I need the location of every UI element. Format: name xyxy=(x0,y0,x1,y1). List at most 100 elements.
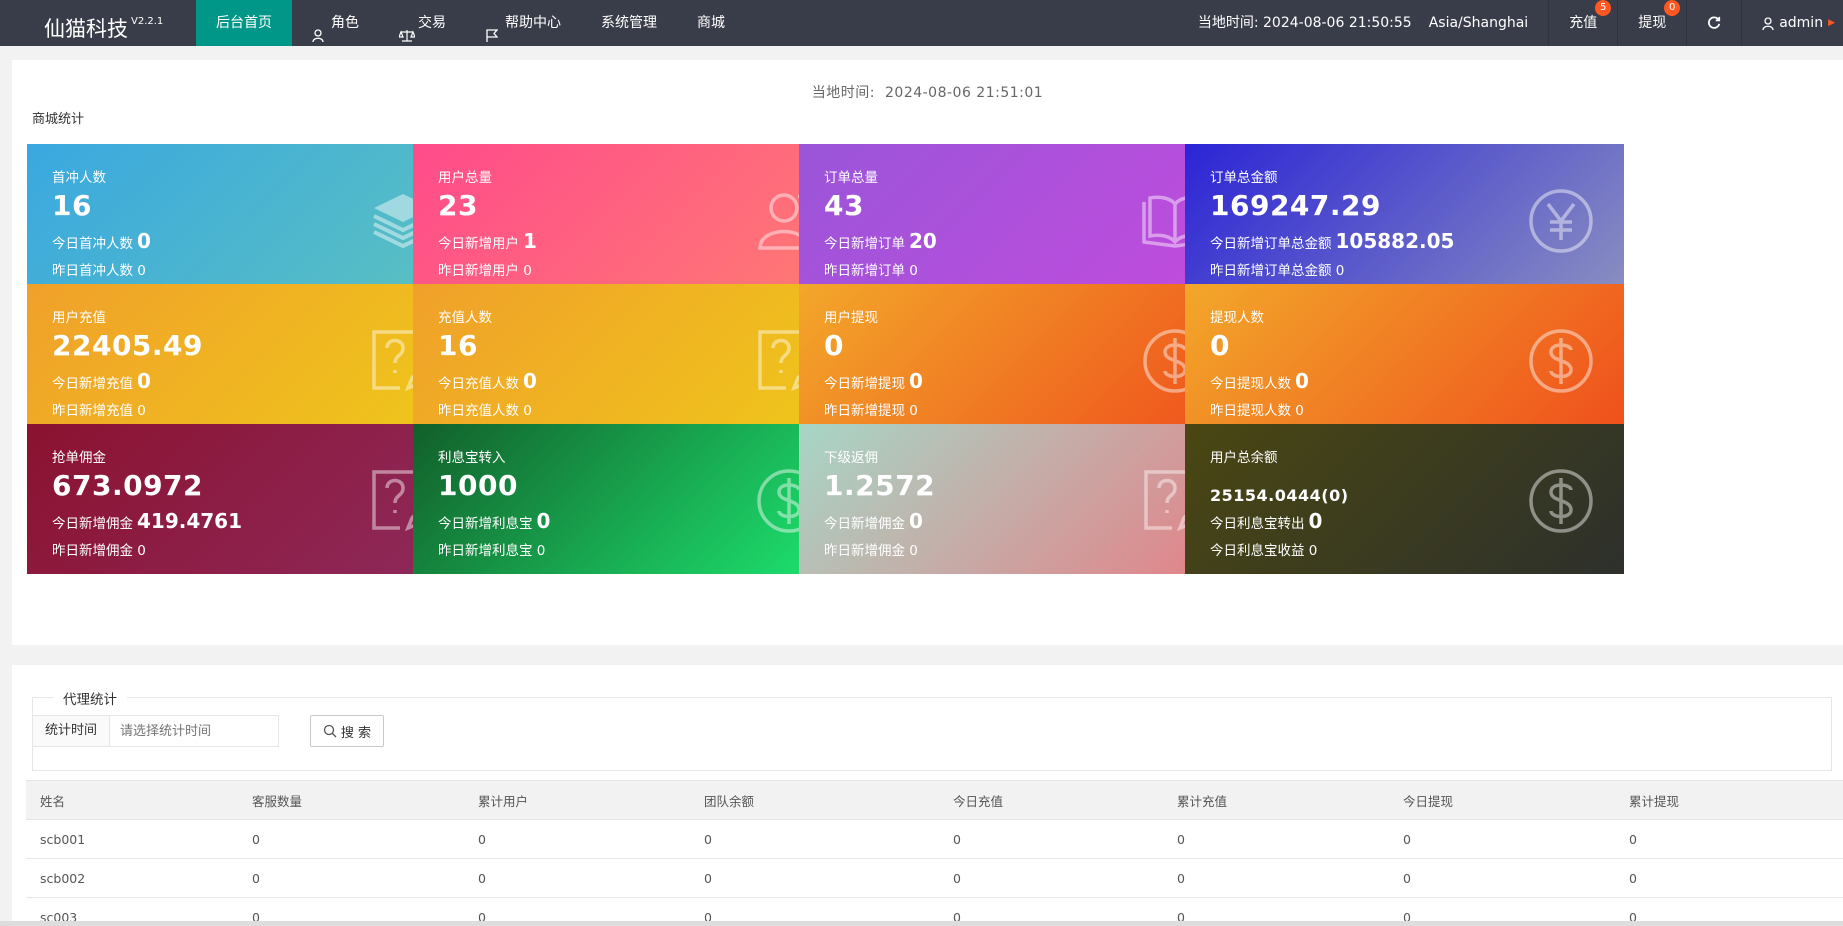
dollar-icon xyxy=(1526,466,1596,536)
card-value: 16 xyxy=(438,329,478,362)
card-today: 今日利息宝转出 0 xyxy=(1210,509,1322,533)
table-cell: 0 xyxy=(1163,858,1389,898)
recharge-button[interactable]: 充值 5 xyxy=(1548,0,1617,46)
filter-time-input[interactable] xyxy=(109,715,279,747)
table-cell: 0 xyxy=(939,858,1163,898)
scale-icon xyxy=(398,16,416,42)
card-yesterday: 昨日新增用户 0 xyxy=(438,259,532,279)
table-cell: 0 xyxy=(1615,819,1843,859)
nav-item-5[interactable]: 商城 xyxy=(677,0,745,46)
card-today: 今日充值人数 0 xyxy=(438,369,537,393)
card-today: 今日新增订单 20 xyxy=(824,229,937,253)
card-label: 抢单佣金 xyxy=(52,450,106,466)
card-yest-label: 今日利息宝收益 xyxy=(1210,543,1305,559)
refresh-button[interactable] xyxy=(1686,0,1741,46)
card-today-label: 今日新增充值 xyxy=(52,376,133,392)
column-header: 团队余额 xyxy=(690,780,939,820)
card-yesterday: 昨日提现人数 0 xyxy=(1210,399,1304,419)
column-header: 姓名 xyxy=(26,780,238,820)
nav-item-3[interactable]: 帮助中心 xyxy=(466,0,581,46)
caret-icon: ▶ xyxy=(1828,18,1835,28)
stat-card: 用户总量 23 今日新增用户 1 昨日新增用户 0 xyxy=(413,144,852,294)
nav-item-2[interactable]: 交易 xyxy=(379,0,466,46)
stat-card: 首冲人数 16 今日首冲人数 0 昨日首冲人数 0 xyxy=(27,144,466,294)
card-label: 用户提现 xyxy=(824,310,878,326)
card-today-value: 0 xyxy=(1308,509,1323,533)
card-value: 0 xyxy=(1210,329,1230,362)
agent-table: 姓名 客服数量 累计用户 团队余额 今日充值 累计充值 今日提现 累计提现 scb001 0 0 0… xyxy=(26,780,1843,926)
card-yesterday: 昨日新增利息宝 0 xyxy=(438,539,545,559)
agent-filter-fieldset: 代理统计 xyxy=(32,688,1832,771)
card-yest-value: 0 xyxy=(536,543,546,559)
card-today-label: 今日充值人数 xyxy=(438,376,519,392)
user-icon xyxy=(1762,16,1774,30)
card-label: 提现人数 xyxy=(1210,310,1264,326)
column-header: 今日提现 xyxy=(1389,780,1615,820)
table-cell: 0 xyxy=(1163,819,1389,859)
card-yesterday: 昨日新增提现 0 xyxy=(824,399,918,419)
card-yest-label: 昨日新增佣金 xyxy=(52,543,133,559)
card-today-label: 今日提现人数 xyxy=(1210,376,1291,392)
card-label: 用户总量 xyxy=(438,170,492,186)
card-yest-value: 0 xyxy=(523,263,532,279)
table-cell: 0 xyxy=(690,819,939,859)
card-yest-label: 昨日新增订单 xyxy=(824,263,905,279)
stat-card: 用户总余额 25154.0444(0) 今日利息宝转出 0 今日利息宝收益 0 xyxy=(1185,424,1624,574)
stat-card: 订单总量 43 今日新增订单 20 昨日新增订单 0 xyxy=(799,144,1238,294)
column-header: 累计提现 xyxy=(1615,780,1843,820)
table-cell: scb001 xyxy=(26,819,238,859)
app-logo[interactable]: 仙猫科技 V2.2.1 xyxy=(44,0,163,46)
card-today-value: 0 xyxy=(523,369,537,393)
card-label: 下级返佣 xyxy=(824,450,878,466)
main-nav: 后台首页 角色 交易 帮助中心 系统管理 商城 xyxy=(196,0,745,46)
card-value: 169247.29 xyxy=(1210,189,1381,222)
nav-label: 交易 xyxy=(418,15,446,31)
table-cell: 0 xyxy=(690,858,939,898)
card-value: 1.2572 xyxy=(824,469,936,502)
withdraw-label: 提现 xyxy=(1638,15,1667,31)
card-label: 充值人数 xyxy=(438,310,492,326)
user-icon xyxy=(312,16,326,43)
table-cell: scb002 xyxy=(26,858,238,898)
table-cell: 0 xyxy=(1615,858,1843,898)
table-row[interactable]: scb002 0 0 0 0 0 0 0 xyxy=(26,858,1843,898)
card-label: 利息宝转入 xyxy=(438,450,506,466)
card-today-label: 今日新增佣金 xyxy=(52,516,133,532)
card-today-value: 0 xyxy=(137,229,151,253)
withdraw-button[interactable]: 提现 0 xyxy=(1617,0,1686,46)
card-label: 订单总金额 xyxy=(1210,170,1278,186)
card-today-value: 419.4761 xyxy=(137,509,243,533)
card-today-value: 20 xyxy=(909,229,937,253)
top-navbar: 仙猫科技 V2.2.1 后台首页 角色 交易 帮助中心 系统管理 商城 当地时间: 2024… xyxy=(0,0,1843,46)
card-value: 23 xyxy=(438,189,478,222)
search-button[interactable]: 搜 索 xyxy=(310,715,384,747)
card-value: 16 xyxy=(52,189,92,222)
card-yest-value: 0 xyxy=(523,403,532,419)
nav-label: 后台首页 xyxy=(216,15,272,31)
card-yest-value: 0 xyxy=(1308,543,1318,559)
card-yest-value: 0 xyxy=(137,403,146,419)
card-value: 43 xyxy=(824,189,864,222)
card-today-value: 0 xyxy=(536,509,551,533)
card-label: 订单总量 xyxy=(824,170,878,186)
horizontal-scrollbar[interactable] xyxy=(0,921,1843,926)
card-today-label: 今日首冲人数 xyxy=(52,236,133,252)
card-yesterday: 昨日新增佣金 0 xyxy=(52,539,146,559)
table-row[interactable]: scb001 0 0 0 0 0 0 0 xyxy=(26,819,1843,859)
table-cell: 0 xyxy=(464,819,690,859)
recharge-label: 充值 xyxy=(1569,15,1598,31)
table-cell: 0 xyxy=(464,858,690,898)
nav-label: 商城 xyxy=(697,15,725,31)
local-time: 当地时间: 2024-08-06 21:51:01 xyxy=(12,82,1843,102)
nav-item-0[interactable]: 后台首页 xyxy=(196,0,292,46)
card-yesterday: 昨日首冲人数 0 xyxy=(52,259,146,279)
agent-stats-panel: 代理统计 统计时间 搜 索 姓名客服数量累计用户团队余额今日充值累计充值今日提现… xyxy=(12,665,1843,926)
nav-item-1[interactable]: 角色 xyxy=(292,0,379,46)
card-yest-value: 0 xyxy=(137,263,146,279)
nav-item-4[interactable]: 系统管理 xyxy=(581,0,677,46)
card-yest-label: 昨日新增充值 xyxy=(52,403,133,419)
user-menu[interactable]: admin ▶ xyxy=(1741,0,1843,46)
card-yest-value: 0 xyxy=(1295,403,1304,419)
card-label: 用户总余额 xyxy=(1210,450,1278,466)
card-today-label: 今日新增用户 xyxy=(438,236,519,252)
